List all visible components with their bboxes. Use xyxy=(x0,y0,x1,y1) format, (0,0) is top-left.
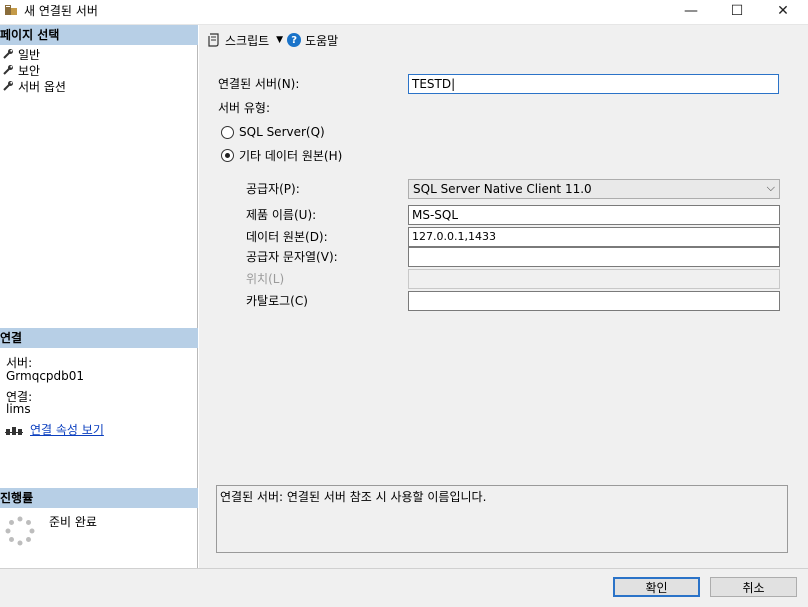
cancel-button[interactable]: 취소 xyxy=(710,577,797,597)
app-icon xyxy=(5,5,17,15)
radio-other-label: 기타 데이터 원본(H) xyxy=(239,149,343,163)
script-dropdown-icon[interactable]: ▼ xyxy=(276,35,283,45)
window-title: 새 연결된 서버 xyxy=(24,4,98,18)
wrench-icon xyxy=(3,49,13,59)
nav-item-label: 서버 옵션 xyxy=(18,79,66,94)
nav-item-general[interactable]: 일반 xyxy=(2,46,40,62)
nav-item-label: 일반 xyxy=(18,47,41,62)
wrench-icon xyxy=(3,65,13,75)
data-source-input[interactable]: 127.0.0.1,1433 xyxy=(408,227,780,247)
script-button[interactable]: 스크립트 xyxy=(225,32,269,49)
location-label: 위치(L) xyxy=(246,272,285,286)
linked-server-label: 연결된 서버(N): xyxy=(218,77,300,91)
server-label: 서버: xyxy=(6,356,33,370)
progress-status: 준비 완료 xyxy=(49,515,97,529)
progress-header: 진행률 xyxy=(0,488,198,508)
connection-header: 연결 xyxy=(0,328,198,348)
nav-item-label: 보안 xyxy=(18,63,41,78)
help-icon[interactable]: ? xyxy=(287,33,302,47)
provider-label: 공급자(P): xyxy=(246,182,300,196)
progress-spinner-icon xyxy=(5,516,35,546)
location-input xyxy=(408,269,780,289)
provider-value: SQL Server Native Client 11.0 xyxy=(413,182,592,196)
ok-button[interactable]: 확인 xyxy=(613,577,700,597)
connection-value: lims xyxy=(6,402,31,416)
script-icon xyxy=(208,33,219,47)
server-value: Grmqcpdb01 xyxy=(6,369,85,383)
close-button[interactable]: ✕ xyxy=(760,0,806,22)
data-source-label: 데이터 원본(D): xyxy=(246,230,328,244)
radio-sql-server-label: SQL Server(Q) xyxy=(239,125,325,139)
button-bar: 확인 취소 xyxy=(0,568,808,607)
nav-item-server-options[interactable]: 서버 옵션 xyxy=(2,78,66,94)
product-name-input[interactable]: MS-SQL xyxy=(408,205,780,225)
provider-string-label: 공급자 문자열(V): xyxy=(246,250,338,264)
connection-properties-icon xyxy=(5,427,23,435)
maximize-button[interactable]: ☐ xyxy=(714,0,760,22)
page-select-header: 페이지 선택 xyxy=(0,25,198,45)
help-button[interactable]: 도움말 xyxy=(305,32,338,49)
main-pane: 스크립트 ▼ ? 도움말 연결된 서버(N): TESTD| 서버 유형: SQ… xyxy=(199,25,808,568)
server-type-label: 서버 유형: xyxy=(218,101,271,115)
left-pane: 페이지 선택 일반 보안 서버 옵션 연결 서버: Grmqcpdb01 연결:… xyxy=(0,25,198,568)
provider-string-input[interactable] xyxy=(408,247,780,267)
catalog-label: 카탈로그(C) xyxy=(246,294,308,308)
radio-circle-checked[interactable] xyxy=(221,149,234,162)
description-box: 연결된 서버: 연결된 서버 참조 시 사용할 이름입니다. xyxy=(216,485,788,553)
minimize-button[interactable]: — xyxy=(668,0,714,22)
nav-item-security[interactable]: 보안 xyxy=(2,62,40,78)
chevron-down-icon: ⌵ xyxy=(766,181,775,194)
linked-server-input[interactable]: TESTD| xyxy=(408,74,779,94)
product-name-label: 제품 이름(U): xyxy=(246,208,317,222)
radio-other-data-source[interactable]: 기타 데이터 원본(H) xyxy=(221,147,342,164)
view-connection-properties-link[interactable]: 연결 속성 보기 xyxy=(30,423,104,437)
provider-select[interactable]: SQL Server Native Client 11.0 ⌵ xyxy=(408,179,780,199)
title-bar: 새 연결된 서버 — ☐ ✕ xyxy=(0,0,808,25)
radio-sql-server[interactable]: SQL Server(Q) xyxy=(221,125,325,139)
wrench-icon xyxy=(3,81,13,91)
radio-circle[interactable] xyxy=(221,125,234,139)
catalog-input[interactable] xyxy=(408,291,780,311)
toolbar: 스크립트 ▼ ? 도움말 xyxy=(199,25,808,55)
